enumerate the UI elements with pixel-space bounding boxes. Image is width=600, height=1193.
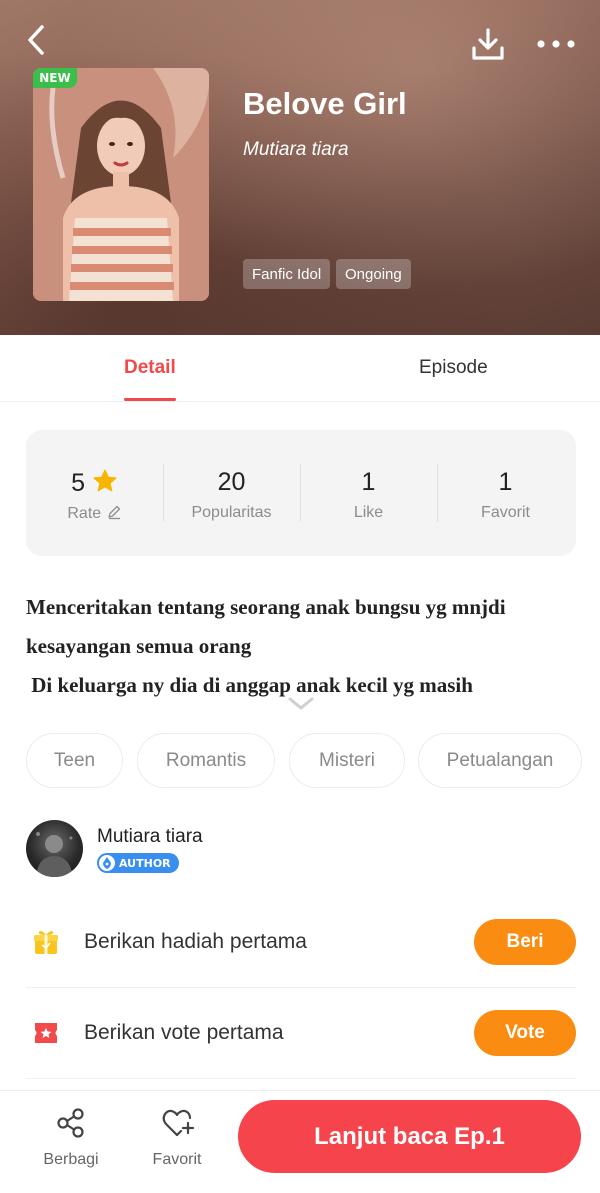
chevron-down-icon xyxy=(288,697,314,710)
more-dots-icon xyxy=(537,40,575,48)
stat-rate[interactable]: 5 Rate xyxy=(26,430,163,556)
popularity-label: Popularitas xyxy=(191,504,272,521)
synopsis: Menceritakan tentang seorang anak bungsu… xyxy=(26,588,586,705)
rate-label: Rate xyxy=(67,505,102,522)
bottom-action-bar: Berbagi Favorit Lanjut baca Ep.1 xyxy=(0,1090,600,1193)
pen-nib-icon xyxy=(99,855,115,871)
gift-row: Berikan hadiah pertama Beri xyxy=(26,897,576,988)
download-button[interactable] xyxy=(468,24,508,64)
author-badge: AUTHOR xyxy=(97,853,179,873)
tab-episode[interactable]: Episode xyxy=(419,357,488,379)
genre-chip-misteri[interactable]: Misteri xyxy=(289,733,405,788)
edit-pencil-icon xyxy=(107,505,120,520)
rate-value: 5 xyxy=(71,469,85,497)
stat-popularity: 20 Popularitas xyxy=(163,430,300,556)
book-header: NEW Belove Girl Mutiara tiara Fanfic Ido… xyxy=(0,0,600,335)
share-label: Berbagi xyxy=(43,1151,99,1168)
like-value: 1 xyxy=(361,468,376,496)
share-button[interactable]: Berbagi xyxy=(31,1105,111,1175)
author-badge-label: AUTHOR xyxy=(119,856,171,870)
vote-button[interactable]: Vote xyxy=(474,1010,576,1056)
cover-illustration xyxy=(33,68,209,301)
genre-chip-petualangan[interactable]: Petualangan xyxy=(418,733,582,788)
author-avatar[interactable] xyxy=(26,820,83,877)
give-gift-button[interactable]: Beri xyxy=(474,919,576,965)
stats-card: 5 Rate 20 Popularitas 1 Like 1 Favorit xyxy=(26,430,576,556)
author-name[interactable]: Mutiara tiara xyxy=(97,826,203,848)
favorite-button[interactable]: Favorit xyxy=(137,1105,217,1175)
gift-label: Berikan hadiah pertama xyxy=(84,930,307,953)
continue-reading-button[interactable]: Lanjut baca Ep.1 xyxy=(238,1100,581,1173)
back-button[interactable] xyxy=(18,22,54,58)
more-options-button[interactable] xyxy=(532,26,580,62)
vote-row: Berikan vote pertama Vote xyxy=(26,988,576,1079)
genre-chip-teen[interactable]: Teen xyxy=(26,733,123,788)
synopsis-line: kesayangan semua orang xyxy=(26,634,252,658)
tab-bar: Detail Episode xyxy=(0,335,600,402)
stat-favorite: 1 Favorit xyxy=(437,430,574,556)
book-author: Mutiara tiara xyxy=(243,139,349,160)
book-cover: NEW xyxy=(33,68,209,301)
active-tab-indicator xyxy=(124,398,176,401)
stat-like: 1 Like xyxy=(300,430,437,556)
vote-label: Berikan vote pertama xyxy=(84,1021,284,1044)
book-title: Belove Girl xyxy=(243,86,407,121)
vote-ticket-icon xyxy=(32,1019,60,1047)
star-icon xyxy=(93,469,117,492)
tag-fanfic-idol[interactable]: Fanfic Idol xyxy=(243,259,331,289)
favorite-label: Favorit xyxy=(481,504,530,521)
favorite-value: 1 xyxy=(498,468,513,496)
avatar-image xyxy=(36,832,73,877)
download-icon xyxy=(472,28,504,60)
gift-icon xyxy=(32,928,60,956)
back-arrow-icon xyxy=(28,25,44,55)
synopsis-line: Menceritakan tentang seorang anak bungsu… xyxy=(26,595,506,619)
heart-plus-icon xyxy=(161,1107,195,1139)
like-label: Like xyxy=(353,504,384,521)
expand-synopsis-button[interactable] xyxy=(286,694,316,714)
tab-detail[interactable]: Detail xyxy=(124,357,176,379)
tag-status-ongoing: Ongoing xyxy=(336,259,411,289)
popularity-value: 20 xyxy=(217,468,246,496)
share-icon xyxy=(55,1107,87,1139)
favorite-label: Favorit xyxy=(152,1151,202,1168)
new-badge: NEW xyxy=(33,68,77,88)
genre-chip-romantis[interactable]: Romantis xyxy=(137,733,275,788)
